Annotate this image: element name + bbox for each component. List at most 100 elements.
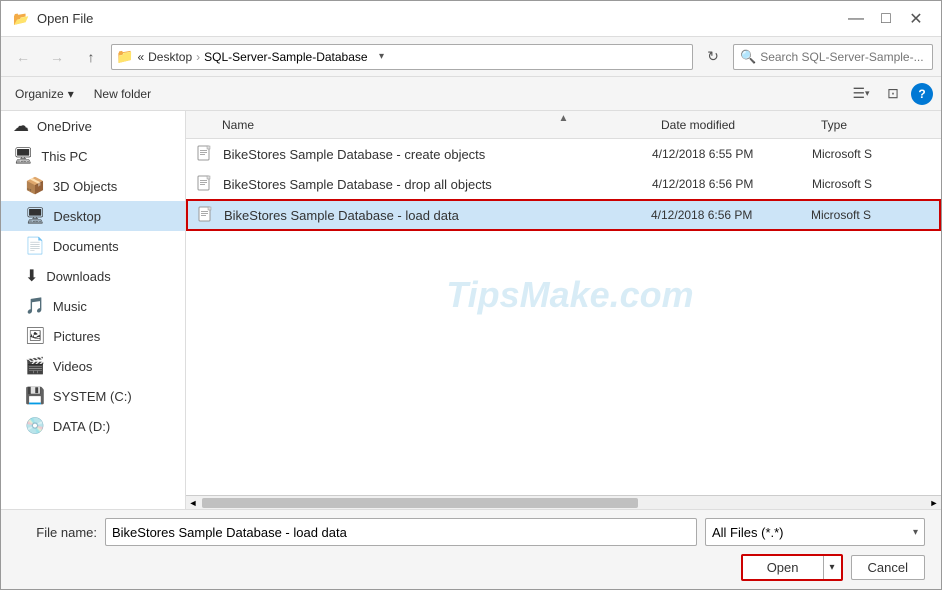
minimize-button[interactable]: —: [843, 6, 869, 32]
file-list: ▲ Name Date modified Type TipsMake.com B…: [186, 111, 941, 509]
view-toggle-button[interactable]: ☰ ▾: [847, 81, 875, 107]
address-crumb2: SQL-Server-Sample-Database: [204, 50, 367, 64]
action-bar-right: ☰ ▾ ⊡ ?: [847, 81, 933, 107]
main-content: ☁ OneDrive 🖥 This PC 📦 3D Objects 🖥 Desk…: [1, 111, 941, 509]
this-pc-icon: 🖥: [13, 146, 33, 166]
sidebar-item-label-desktop: Desktop: [53, 209, 101, 224]
open-button-group: Open ▾: [741, 554, 843, 581]
sidebar-item-label-system-c: SYSTEM (C:): [53, 389, 132, 404]
new-folder-label: New folder: [94, 87, 151, 101]
navigation-toolbar: ← → ↑ 📁 « Desktop › SQL-Server-Sample-Da…: [1, 37, 941, 77]
sidebar-item-label-videos: Videos: [53, 359, 93, 374]
sidebar-item-system-c[interactable]: 💾 SYSTEM (C:): [1, 381, 185, 411]
filename-label: File name:: [17, 525, 97, 540]
3d-objects-icon: 📦: [25, 176, 45, 196]
filetype-dropdown[interactable]: All Files (*.*) ▾: [705, 518, 925, 546]
col-header-date[interactable]: Date modified: [653, 118, 813, 132]
address-dropdown-button[interactable]: ▾: [372, 45, 392, 69]
sidebar-item-label-documents: Documents: [53, 239, 119, 254]
up-button[interactable]: ↑: [77, 43, 105, 71]
file-type-1: Microsoft S: [812, 147, 932, 161]
scrollbar-track[interactable]: [200, 496, 927, 509]
back-button[interactable]: ←: [9, 43, 37, 71]
bottom-actions: Open ▾ Cancel: [17, 554, 925, 581]
music-icon: 🎵: [25, 296, 45, 316]
search-box[interactable]: 🔍: [733, 44, 933, 70]
downloads-icon: ⬇: [25, 266, 38, 286]
file-type-2: Microsoft S: [812, 177, 932, 191]
filename-row: File name: All Files (*.*) ▾: [17, 518, 925, 546]
sidebar-item-music[interactable]: 🎵 Music: [1, 291, 185, 321]
cancel-button[interactable]: Cancel: [851, 555, 925, 580]
scroll-left-button[interactable]: ◄: [186, 496, 200, 509]
organize-button[interactable]: Organize ▾: [9, 85, 80, 103]
open-dropdown-button[interactable]: ▾: [824, 556, 841, 579]
sidebar: ☁ OneDrive 🖥 This PC 📦 3D Objects 🖥 Desk…: [1, 111, 186, 509]
search-input[interactable]: [760, 50, 926, 64]
file-icon-3: [196, 205, 216, 225]
documents-icon: 📄: [25, 236, 45, 256]
filename-input[interactable]: [105, 518, 697, 546]
sidebar-item-label-onedrive: OneDrive: [37, 119, 92, 134]
sidebar-item-data-d[interactable]: 💿 DATA (D:): [1, 411, 185, 441]
sidebar-item-3d-objects[interactable]: 📦 3D Objects: [1, 171, 185, 201]
address-bar[interactable]: 📁 « Desktop › SQL-Server-Sample-Database…: [111, 44, 693, 70]
file-date-1: 4/12/2018 6:55 PM: [652, 147, 812, 161]
horizontal-scrollbar[interactable]: ◄ ►: [186, 495, 941, 509]
dialog-icon: 📂: [13, 11, 29, 27]
search-icon: 🔍: [740, 49, 756, 65]
system-c-icon: 💾: [25, 386, 45, 406]
view-icon: ☰: [852, 85, 865, 102]
pane-icon: ⊡: [887, 85, 899, 102]
pane-button[interactable]: ⊡: [879, 81, 907, 107]
file-icon-2: [195, 174, 215, 194]
address-folder-icon: 📁: [116, 48, 133, 65]
new-folder-button[interactable]: New folder: [88, 85, 157, 103]
address-crumb-desktop: «: [137, 50, 144, 64]
onedrive-icon: ☁: [13, 116, 29, 136]
maximize-button[interactable]: □: [873, 6, 899, 32]
sidebar-item-this-pc[interactable]: 🖥 This PC: [1, 141, 185, 171]
scroll-right-button[interactable]: ►: [927, 496, 941, 509]
close-button[interactable]: ✕: [903, 6, 929, 32]
file-name-2: BikeStores Sample Database - drop all ob…: [223, 177, 652, 192]
sidebar-item-downloads[interactable]: ⬇ Downloads: [1, 261, 185, 291]
file-list-body: TipsMake.com BikeStores Sample Database …: [186, 139, 941, 495]
file-name-3: BikeStores Sample Database - load data: [224, 208, 651, 223]
sidebar-item-label-data-d: DATA (D:): [53, 419, 110, 434]
col-header-type[interactable]: Type: [813, 118, 933, 132]
sidebar-item-documents[interactable]: 📄 Documents: [1, 231, 185, 261]
file-row-1[interactable]: BikeStores Sample Database - create obje…: [186, 139, 941, 169]
sidebar-item-label-pictures: Pictures: [53, 329, 100, 344]
help-button[interactable]: ?: [911, 83, 933, 105]
sidebar-item-pictures[interactable]: 🖼 Pictures: [1, 321, 185, 351]
organize-arrow-icon: ▾: [68, 87, 74, 101]
sidebar-item-label-this-pc: This PC: [41, 149, 87, 164]
forward-button[interactable]: →: [43, 43, 71, 71]
file-date-2: 4/12/2018 6:56 PM: [652, 177, 812, 191]
sidebar-item-label-3d-objects: 3D Objects: [53, 179, 117, 194]
sidebar-item-label-downloads: Downloads: [46, 269, 110, 284]
open-dropdown-arrow-icon: ▾: [830, 562, 835, 573]
open-button[interactable]: Open: [743, 556, 824, 579]
file-row-3[interactable]: BikeStores Sample Database - load data 4…: [186, 199, 941, 231]
sidebar-item-desktop[interactable]: 🖥 Desktop: [1, 201, 185, 231]
file-row-2[interactable]: BikeStores Sample Database - drop all ob…: [186, 169, 941, 199]
sidebar-item-videos[interactable]: 🎬 Videos: [1, 351, 185, 381]
address-crumb1: Desktop: [148, 50, 192, 64]
refresh-button[interactable]: ↻: [699, 44, 727, 70]
col-header-name[interactable]: Name: [194, 118, 653, 132]
window-controls: — □ ✕: [843, 6, 929, 32]
filetype-label: All Files (*.*): [712, 525, 784, 540]
desktop-icon: 🖥: [25, 206, 45, 226]
scrollbar-thumb[interactable]: [202, 498, 638, 508]
filetype-dropdown-arrow-icon: ▾: [913, 527, 918, 538]
sidebar-item-label-music: Music: [53, 299, 87, 314]
pictures-icon: 🖼: [25, 326, 45, 346]
file-date-3: 4/12/2018 6:56 PM: [651, 208, 811, 222]
file-icon-1: [195, 144, 215, 164]
action-bar: Organize ▾ New folder ☰ ▾ ⊡ ?: [1, 77, 941, 111]
bottom-bar: File name: All Files (*.*) ▾ Open ▾ Canc…: [1, 509, 941, 589]
file-list-header: ▲ Name Date modified Type: [186, 111, 941, 139]
sidebar-item-onedrive[interactable]: ☁ OneDrive: [1, 111, 185, 141]
